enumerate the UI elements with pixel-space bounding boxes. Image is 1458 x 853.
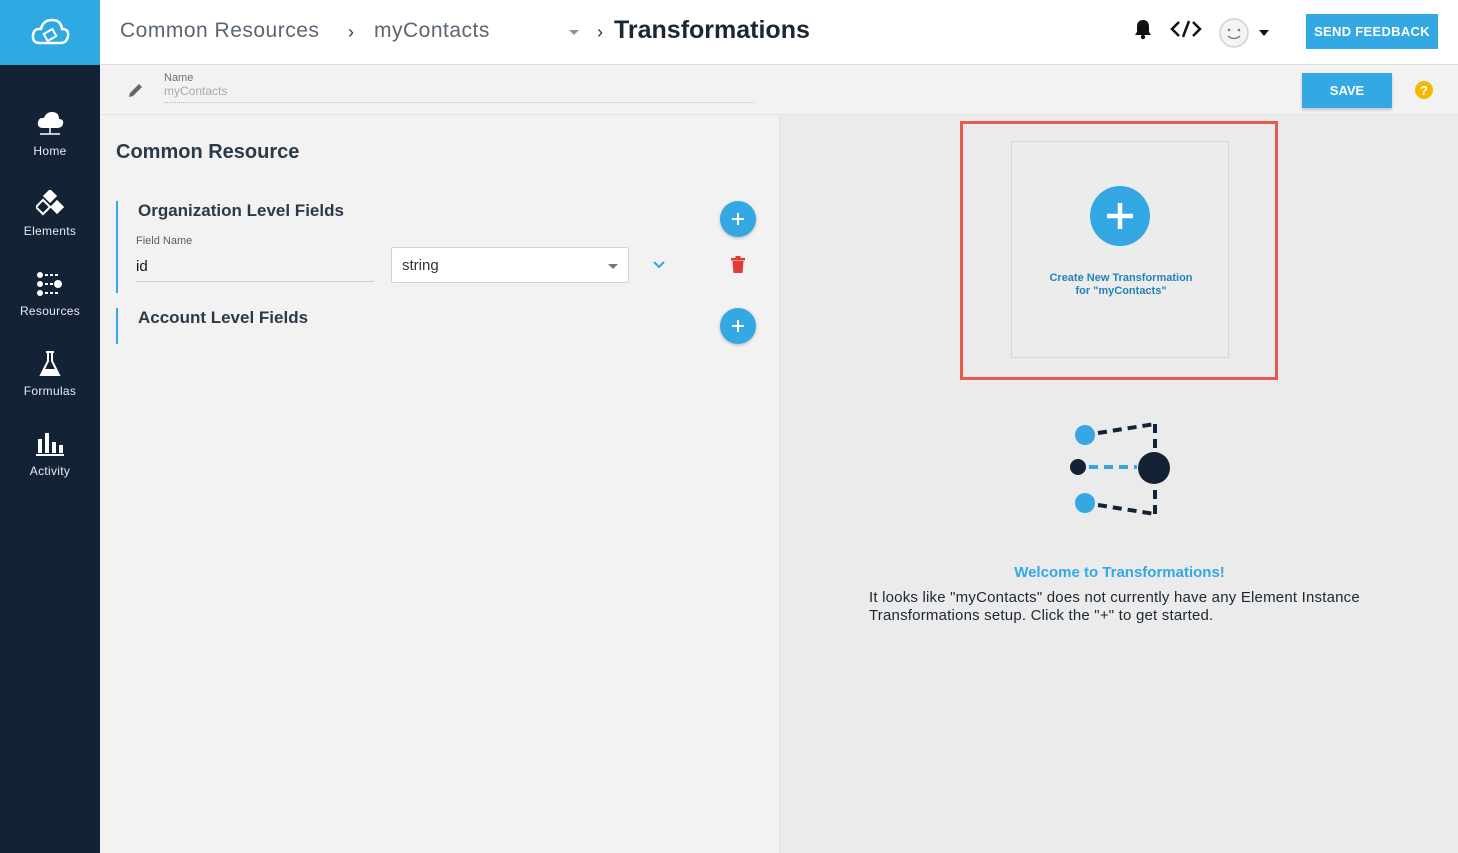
sidebar: Home Elements Resources Formulas Activit… xyxy=(0,0,100,853)
bell-icon[interactable] xyxy=(1133,18,1153,40)
sidebar-item-activity[interactable]: Activity xyxy=(0,428,100,498)
create-transformation-plus-button[interactable] xyxy=(1090,186,1150,246)
breadcrumb-separator-icon: › xyxy=(597,22,603,42)
field-type-select[interactable]: string xyxy=(391,247,629,283)
panel-title: Common Resource xyxy=(116,141,300,163)
name-bar: Name myContacts SAVE ? xyxy=(100,65,1458,115)
sidebar-item-label: Elements xyxy=(23,224,77,238)
save-button[interactable]: SAVE xyxy=(1302,73,1392,108)
sidebar-item-resources[interactable]: Resources xyxy=(0,268,100,338)
code-icon[interactable] xyxy=(1170,18,1202,40)
name-field[interactable]: myContacts xyxy=(164,84,227,98)
sidebar-item-label: Activity xyxy=(29,464,71,478)
sidebar-item-formulas[interactable]: Formulas xyxy=(0,348,100,418)
breadcrumb-separator-icon: › xyxy=(348,22,354,42)
section-title: Organization Level Fields xyxy=(138,201,344,220)
breadcrumb-common-resources[interactable]: Common Resources xyxy=(120,19,319,43)
plus-icon xyxy=(1107,203,1133,229)
flask-icon xyxy=(35,348,65,380)
smiley-avatar-icon xyxy=(1219,18,1249,48)
resources-icon xyxy=(35,268,65,300)
transformations-panel: Create New Transformation for "myContact… xyxy=(779,115,1458,853)
field-name-label: Field Name xyxy=(136,235,193,247)
select-caret-icon xyxy=(608,264,618,269)
field-type-value: string xyxy=(402,256,439,274)
welcome-title: Welcome to Transformations! xyxy=(1014,564,1225,581)
avatar[interactable] xyxy=(1218,17,1250,49)
add-account-field-button[interactable] xyxy=(720,308,756,344)
name-field-label: Name xyxy=(164,72,194,84)
resource-dropdown-caret-icon[interactable] xyxy=(569,30,579,35)
plus-icon xyxy=(732,213,744,225)
cloud-icon xyxy=(35,108,65,140)
bar-chart-icon xyxy=(35,428,65,460)
welcome-message: It looks like "myContacts" does not curr… xyxy=(869,589,1360,624)
field-name-input[interactable] xyxy=(136,251,374,282)
account-level-section: Account Level Fields xyxy=(116,308,766,344)
plus-icon xyxy=(732,320,744,332)
sidebar-item-elements[interactable]: Elements xyxy=(0,188,100,258)
transformation-illustration-icon xyxy=(1070,422,1170,516)
help-icon[interactable]: ? xyxy=(1415,81,1433,99)
elements-icon xyxy=(35,188,65,220)
chevron-down-icon[interactable] xyxy=(652,257,666,275)
delete-field-trash-icon[interactable] xyxy=(730,256,746,279)
name-field-underline xyxy=(164,102,754,103)
create-transformation-label: Create New Transformation for "myContact… xyxy=(1049,272,1193,297)
top-header: Common Resources › myContacts › Transfor… xyxy=(100,0,1458,65)
cloud-logo-icon xyxy=(31,18,70,44)
sidebar-item-label: Formulas xyxy=(23,384,77,398)
add-organization-field-button[interactable] xyxy=(720,201,756,237)
sidebar-item-label: Home xyxy=(33,144,67,158)
create-transformation-card[interactable]: Create New Transformation for "myContact… xyxy=(1011,141,1229,358)
breadcrumb-resource[interactable]: myContacts xyxy=(374,19,490,43)
sidebar-item-label: Resources xyxy=(19,304,81,318)
app-logo[interactable] xyxy=(0,0,100,65)
common-resource-panel: Common Resource Organization Level Field… xyxy=(100,115,779,853)
sidebar-item-home[interactable]: Home xyxy=(0,108,100,178)
section-title: Account Level Fields xyxy=(138,308,309,327)
send-feedback-button[interactable]: SEND FEEDBACK xyxy=(1306,14,1438,49)
page-title: Transformations xyxy=(614,16,810,44)
pencil-icon[interactable] xyxy=(127,81,145,104)
user-menu-caret-icon[interactable] xyxy=(1258,29,1270,37)
